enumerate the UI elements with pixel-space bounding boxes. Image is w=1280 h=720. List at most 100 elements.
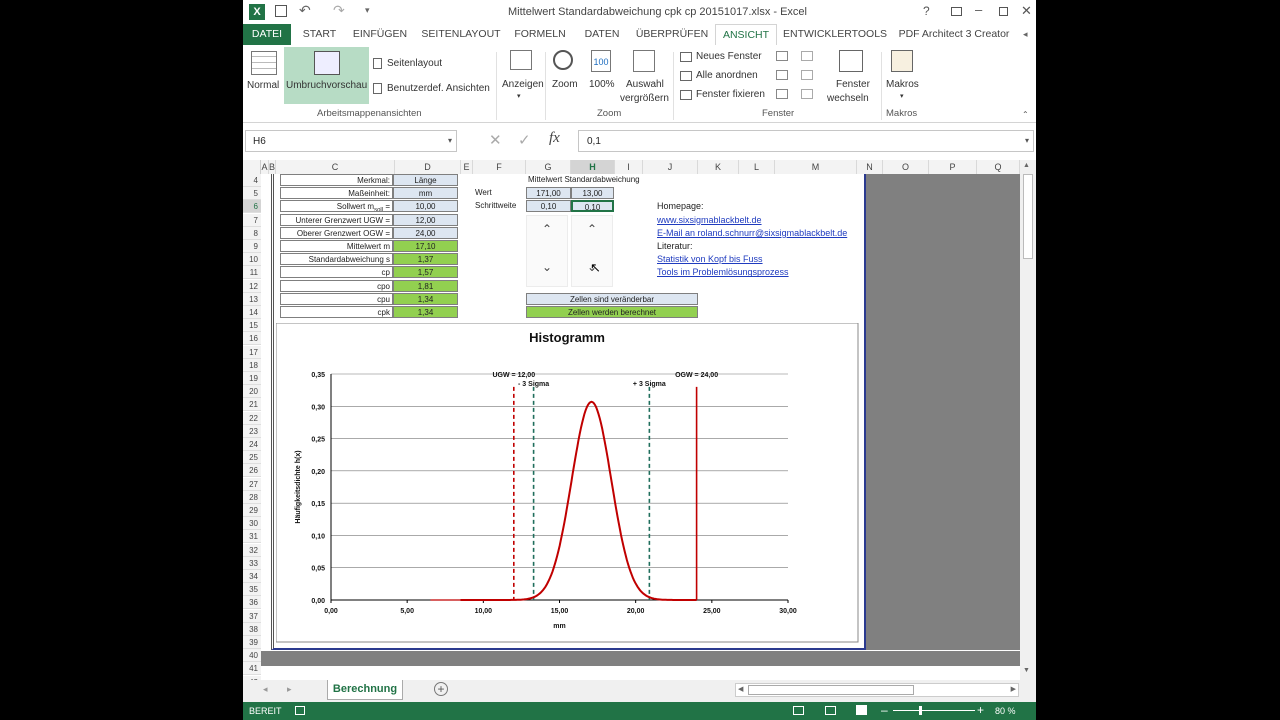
page-break-preview-button[interactable]: Umbruchvorschau: [284, 47, 369, 104]
select-all-corner[interactable]: [243, 160, 261, 174]
param-header[interactable]: Mittelwert Standardabweichung: [526, 174, 666, 186]
zoom-level[interactable]: 80 %: [995, 706, 1016, 716]
zoom-selection-line1[interactable]: Auswahl: [626, 79, 664, 90]
row-header[interactable]: 10: [243, 253, 261, 267]
maximize-icon[interactable]: [999, 7, 1008, 16]
row-header[interactable]: 12: [243, 279, 261, 293]
tabs-scroll-icon[interactable]: ◂: [1023, 29, 1028, 40]
zoom-selection-line2[interactable]: vergrößern: [620, 93, 669, 104]
insert-function-icon[interactable]: fx: [549, 130, 560, 147]
param-label-wert[interactable]: Wert: [473, 187, 523, 199]
show-button[interactable]: Anzeigen: [502, 79, 544, 90]
row-header[interactable]: 35: [243, 583, 261, 597]
row-header[interactable]: 24: [243, 438, 261, 451]
value-cell[interactable]: Länge: [393, 174, 458, 186]
switch-window-line1[interactable]: Fenster: [836, 79, 870, 90]
row-header[interactable]: 40: [243, 649, 261, 663]
tab-start[interactable]: START: [297, 24, 342, 45]
unhide-icon[interactable]: [776, 89, 788, 99]
tab-datei[interactable]: DATEI: [243, 24, 291, 45]
row-header[interactable]: 13: [243, 292, 261, 306]
row-header[interactable]: 21: [243, 398, 261, 412]
label-cell[interactable]: Standardabweichung s: [280, 253, 393, 266]
legend-changeable[interactable]: Zellen sind veränderbar: [526, 292, 698, 305]
tab-pdf-architect[interactable]: PDF Architect 3 Creator: [893, 24, 1015, 45]
row-header[interactable]: 29: [243, 504, 261, 517]
macros-button[interactable]: Makros: [886, 79, 919, 90]
spin-down-icon[interactable]: ⌄: [542, 260, 552, 274]
column-header[interactable]: G: [526, 160, 571, 174]
value-cell[interactable]: 1,34: [393, 292, 458, 305]
value-cell[interactable]: 17,10: [393, 240, 458, 252]
label-cell[interactable]: Mittelwert m: [280, 240, 393, 252]
value-cell[interactable]: mm: [393, 187, 458, 200]
row-header[interactable]: 25: [243, 451, 261, 465]
column-header[interactable]: C: [276, 160, 395, 174]
scroll-thumb[interactable]: [1023, 174, 1033, 259]
tab-einfuegen[interactable]: EINFÜGEN: [350, 24, 410, 45]
confirm-entry-icon[interactable]: ✓: [518, 131, 531, 149]
zoom-out-icon[interactable]: –: [881, 703, 888, 717]
spin-button-sd[interactable]: ⌃ ⌄: [571, 215, 613, 287]
ribbon-display-icon[interactable]: [951, 7, 962, 16]
row-header[interactable]: 4: [243, 174, 261, 187]
label-cell[interactable]: Merkmal:: [280, 174, 393, 186]
sync-scroll-icon[interactable]: [801, 70, 813, 80]
column-header[interactable]: N: [857, 160, 883, 174]
column-header[interactable]: B: [269, 160, 276, 174]
tab-formeln[interactable]: FORMELN: [510, 24, 570, 45]
row-header[interactable]: 23: [243, 424, 261, 438]
row-header[interactable]: 36: [243, 596, 261, 610]
add-sheet-icon[interactable]: +: [434, 682, 448, 696]
hscroll-thumb[interactable]: [748, 685, 914, 695]
name-box-dropdown-icon[interactable]: ▾: [448, 136, 452, 145]
row-header[interactable]: 16: [243, 332, 261, 346]
column-header[interactable]: M: [775, 160, 857, 174]
hscroll-right-icon[interactable]: ▶: [1011, 685, 1016, 693]
book1-link[interactable]: Statistik von Kopf bis Fuss: [655, 253, 815, 265]
tab-daten[interactable]: DATEN: [578, 24, 626, 45]
homepage-link[interactable]: www.sixsigmablackbelt.de: [655, 214, 815, 226]
value-cell[interactable]: 24,00: [393, 226, 458, 239]
row-header[interactable]: 9: [243, 240, 261, 253]
cancel-entry-icon[interactable]: ✕: [489, 131, 502, 149]
row-header[interactable]: 37: [243, 609, 261, 623]
side-by-side-icon[interactable]: [801, 51, 813, 61]
page-layout-button[interactable]: Seitenlayout: [387, 58, 442, 69]
page-break-status-icon[interactable]: [856, 705, 867, 715]
row-header[interactable]: 38: [243, 622, 261, 636]
show-dropdown-icon[interactable]: ▾: [517, 92, 521, 100]
email-link[interactable]: E-Mail an roland.schnurr@sixsigmablackbe…: [655, 227, 867, 239]
zoom-slider-thumb[interactable]: [919, 706, 922, 715]
column-header[interactable]: I: [615, 160, 643, 174]
row-header[interactable]: 31: [243, 530, 261, 544]
vertical-scrollbar[interactable]: ▲ ▼: [1020, 160, 1036, 680]
spin-up-icon[interactable]: ⌃: [542, 222, 552, 236]
custom-views-button[interactable]: Benutzerdef. Ansichten: [387, 83, 490, 94]
expand-formula-icon[interactable]: ▾: [1025, 136, 1029, 145]
column-header[interactable]: E: [461, 160, 473, 174]
value-cell[interactable]: 1,34: [393, 306, 458, 318]
reset-position-icon[interactable]: [801, 89, 813, 99]
row-header[interactable]: 7: [243, 213, 261, 227]
book2-link[interactable]: Tools im Problemlösungsprozess: [655, 266, 815, 278]
label-cell[interactable]: cp: [280, 266, 393, 279]
column-header[interactable]: A: [261, 160, 269, 174]
customize-qat-icon[interactable]: ▾: [365, 5, 370, 16]
row-header[interactable]: 14: [243, 306, 261, 319]
row-header[interactable]: 15: [243, 319, 261, 333]
param-label-schrittweite[interactable]: Schrittweite: [473, 200, 525, 212]
mean-input[interactable]: 171,00: [526, 187, 571, 200]
name-box[interactable]: H6 ▾: [245, 130, 457, 152]
tab-ansicht[interactable]: ANSICHT: [715, 24, 777, 45]
column-header[interactable]: Q: [977, 160, 1020, 174]
save-icon[interactable]: [275, 5, 287, 17]
macros-dropdown-icon[interactable]: ▾: [900, 92, 904, 100]
homepage-label[interactable]: Homepage:: [655, 200, 815, 212]
prev-sheet-icon[interactable]: ◂: [263, 684, 268, 695]
macro-record-icon[interactable]: [295, 706, 305, 715]
sd-step-input[interactable]: 0,10: [571, 200, 614, 213]
horizontal-scrollbar[interactable]: ◀ ▶: [735, 683, 1019, 697]
label-cell[interactable]: cpo: [280, 279, 393, 292]
redo-icon[interactable]: ↷: [333, 2, 345, 19]
